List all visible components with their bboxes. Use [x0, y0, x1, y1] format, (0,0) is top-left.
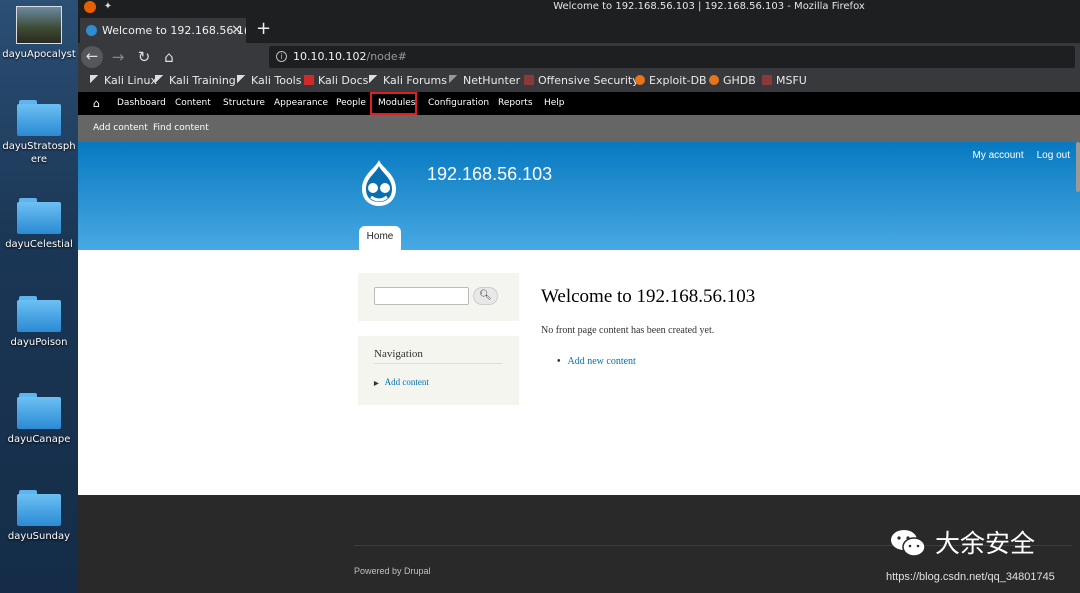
- new-tab-button[interactable]: +: [256, 17, 271, 41]
- tab-title: Welcome to 192.168.56.1(: [102, 24, 246, 37]
- admin-menu-configuration[interactable]: Configuration: [428, 92, 489, 115]
- bookmark-msfu[interactable]: MSFU: [762, 71, 807, 91]
- desktop-icon-celestial[interactable]: dayuCelestial: [0, 198, 78, 251]
- navigation-title: Navigation: [374, 348, 502, 364]
- reload-icon[interactable]: ↻: [133, 47, 155, 67]
- watermark-url: https://blog.csdn.net/qq_34801745: [886, 571, 1055, 583]
- navigation-block: Navigation ▶ Add content: [358, 336, 519, 405]
- desktop-sidebar: dayuApocalyst dayuStratosphere dayuCeles…: [0, 0, 78, 593]
- bookmark-kali-linux[interactable]: Kali Linux: [90, 71, 157, 91]
- wechat-icon: [891, 530, 926, 557]
- back-arrow-icon[interactable]: ←: [81, 46, 103, 68]
- log-out-link[interactable]: Log out: [1037, 150, 1070, 161]
- shortcuts-bar: Add content Find content: [78, 115, 1080, 142]
- desktop-icon-canape[interactable]: dayuCanape: [0, 393, 78, 446]
- bookmark-kali-tools[interactable]: Kali Tools: [237, 71, 301, 91]
- bookmark-nethunter[interactable]: NetHunter: [449, 71, 520, 91]
- nav-add-content-link[interactable]: ▶ Add content: [374, 377, 429, 387]
- bookmarks-toolbar: Kali Linux Kali Training Kali Tools Kali…: [78, 71, 1080, 92]
- desktop-icon-label: dayuStratosphere: [2, 141, 76, 165]
- desktop-icon-label: dayuSunday: [7, 531, 71, 542]
- close-icon[interactable]: ✕: [231, 18, 242, 43]
- secondary-menu: My account Log out: [959, 150, 1070, 161]
- docs-icon: [304, 75, 314, 85]
- bookmark-kali-forums[interactable]: Kali Forums: [369, 71, 447, 91]
- window-titlebar: ✦ Welcome to 192.168.56.103 | 192.168.56…: [78, 0, 1080, 15]
- home-icon[interactable]: ⌂: [158, 47, 180, 67]
- site-header: 192.168.56.103 My account Log out Home: [78, 142, 1080, 250]
- admin-menu-appearance[interactable]: Appearance: [274, 92, 328, 115]
- highlight-box: [370, 92, 417, 115]
- desktop-icon-label: dayuPoison: [10, 337, 68, 348]
- offsec-icon: [524, 75, 534, 85]
- watermark-name: 大余安全: [935, 529, 1036, 558]
- forward-arrow-icon[interactable]: →: [107, 47, 129, 67]
- url-bar[interactable]: i 10.10.10.102/node#: [269, 46, 1075, 68]
- powered-by-drupal[interactable]: Powered by Drupal: [354, 566, 431, 576]
- kali-dragon-icon: [90, 75, 100, 85]
- admin-menu-structure[interactable]: Structure: [223, 92, 265, 115]
- search-block: 🔍︎: [358, 273, 519, 321]
- kali-dragon-icon: [237, 75, 247, 85]
- desktop-icon-label: dayuCanape: [7, 434, 71, 445]
- site-name[interactable]: 192.168.56.103: [427, 164, 552, 185]
- bullet-icon: •: [557, 356, 561, 367]
- main-content: 🔍︎ Navigation ▶ Add content Welcome to 19…: [78, 250, 1080, 495]
- bug-icon: [635, 75, 645, 85]
- tab-bar: Welcome to 192.168.56.1( ✕ +: [78, 15, 1080, 43]
- admin-menu-content[interactable]: Content: [175, 92, 211, 115]
- drupal-favicon-icon: [86, 25, 97, 36]
- folder-icon: [17, 490, 61, 526]
- url-host: 10.10.10.102: [293, 50, 367, 63]
- bookmark-offensive-security[interactable]: Offensive Security: [524, 71, 639, 91]
- desktop-icon-label: dayuApocalyst: [2, 49, 76, 60]
- desktop-icon-stratosphere[interactable]: dayuStratosphere: [0, 100, 78, 166]
- arrow-right-icon: ▶: [374, 381, 379, 387]
- bookmark-kali-docs[interactable]: Kali Docs: [304, 71, 368, 91]
- tab-home[interactable]: Home: [359, 226, 401, 250]
- bookmark-kali-training[interactable]: Kali Training: [155, 71, 236, 91]
- desktop-icon-label: dayuCelestial: [5, 239, 73, 250]
- url-path: /node#: [366, 50, 407, 63]
- admin-menu-help[interactable]: Help: [544, 92, 565, 115]
- my-account-link[interactable]: My account: [972, 150, 1023, 161]
- desktop-icon-apocalyst[interactable]: dayuApocalyst: [0, 6, 78, 61]
- search-button[interactable]: 🔍︎: [473, 287, 498, 305]
- bookmark-exploit-db[interactable]: Exploit-DB: [635, 71, 707, 91]
- folder-icon: [17, 100, 61, 136]
- shortcut-add-content[interactable]: Add content: [93, 115, 148, 142]
- folder-icon: [17, 393, 61, 429]
- folder-icon: [17, 198, 61, 234]
- shortcut-find-content[interactable]: Find content: [153, 115, 209, 142]
- admin-menu-reports[interactable]: Reports: [498, 92, 533, 115]
- bug-icon: [709, 75, 719, 85]
- nethunter-icon: [449, 75, 459, 85]
- search-icon: 🔍︎: [479, 290, 492, 301]
- info-icon[interactable]: i: [276, 51, 287, 62]
- add-new-content-link[interactable]: • Add new content: [557, 356, 636, 367]
- image-thumbnail-icon: [16, 6, 62, 44]
- empty-message: No front page content has been created y…: [541, 325, 715, 336]
- window-title: Welcome to 192.168.56.103 | 192.168.56.1…: [553, 1, 865, 12]
- home-icon[interactable]: ⌂: [93, 92, 100, 115]
- bookmark-ghdb[interactable]: GHDB: [709, 71, 756, 91]
- tab-welcome[interactable]: Welcome to 192.168.56.1( ✕: [80, 18, 246, 43]
- desktop-icon-poison[interactable]: dayuPoison: [0, 296, 78, 349]
- msfu-icon: [762, 75, 772, 85]
- kali-dragon-icon: [369, 75, 379, 85]
- admin-menu-dashboard[interactable]: Dashboard: [117, 92, 166, 115]
- kali-dragon-icon: [155, 75, 165, 85]
- navigation-toolbar: ← → ↻ ⌂ i 10.10.10.102/node#: [78, 43, 1080, 71]
- scrollbar[interactable]: [1076, 142, 1080, 192]
- search-input[interactable]: [374, 287, 469, 305]
- admin-menu-people[interactable]: People: [336, 92, 366, 115]
- folder-icon: [17, 296, 61, 332]
- admin-toolbar: ⌂ Dashboard Content Structure Appearance…: [78, 92, 1080, 115]
- page-title: Welcome to 192.168.56.103: [541, 286, 756, 307]
- desktop-icon-sunday[interactable]: dayuSunday: [0, 490, 78, 543]
- drupal-logo-icon[interactable]: [356, 158, 402, 208]
- site-footer: Powered by Drupal 大余安全 https://blog.csdn…: [78, 495, 1080, 593]
